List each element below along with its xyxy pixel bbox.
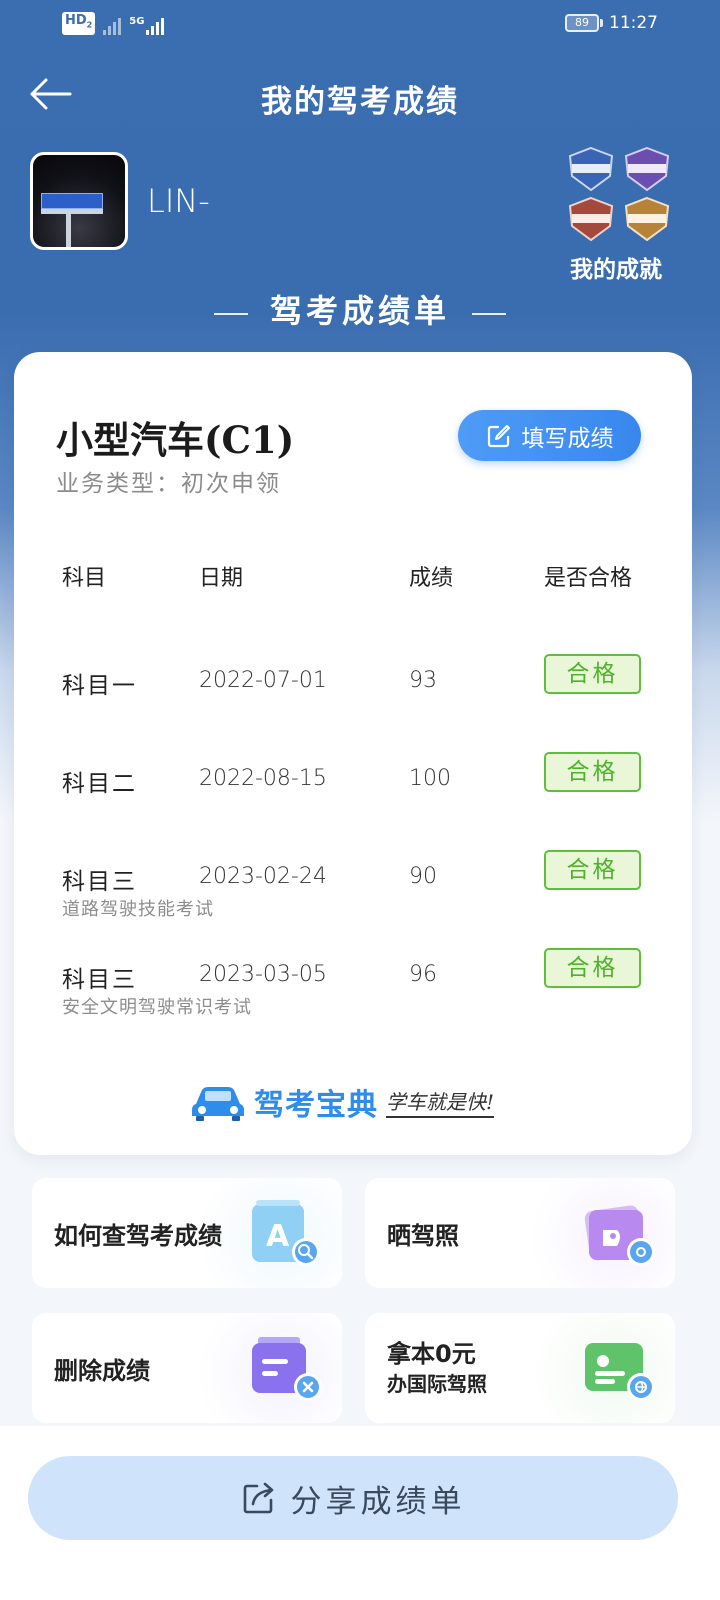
section-title: 驾考成绩单 [0, 286, 720, 332]
badge-icon [624, 196, 670, 242]
battery-level: 89 [575, 16, 589, 29]
brand-slogan: 学车就是快! [386, 1086, 495, 1118]
table-row: 科目一 2022-07-01 93 合格 [14, 654, 692, 746]
table-row: 科目三 2023-02-24 90 合格 道路驾驶技能考试 [14, 850, 692, 942]
hd-badge: 2 [86, 20, 93, 30]
username: LIN- [147, 182, 210, 220]
show-license-tile[interactable]: 晒驾照 [365, 1178, 675, 1288]
tile-label: 拿本0元 办国际驾照 [387, 1339, 487, 1399]
row-note: 安全文明驾驶常识考试 [62, 997, 252, 1018]
row-date: 2023-02-24 [199, 864, 327, 889]
header-subject: 科目 [62, 566, 107, 591]
row-score: 93 [409, 668, 437, 693]
title-dash-left [213, 312, 248, 315]
license-card-icon [585, 1343, 655, 1401]
pass-badge: 合格 [544, 654, 641, 694]
edit-icon [487, 424, 510, 447]
achievements-label: 我的成就 [570, 256, 662, 283]
tile-label: 删除成绩 [54, 1357, 150, 1385]
fill-score-label: 填写成绩 [521, 425, 614, 452]
header-passed: 是否合格 [544, 566, 633, 591]
row-date: 2022-08-15 [199, 766, 327, 791]
share-label: 分享成绩单 [290, 1483, 466, 1520]
international-license-tile[interactable]: 拿本0元 办国际驾照 [365, 1313, 675, 1423]
row-subject: 科目三 [62, 967, 137, 993]
delete-score-tile[interactable]: 删除成绩 [32, 1313, 342, 1423]
hd-label: HD [65, 13, 87, 28]
pass-badge: 合格 [544, 948, 641, 988]
avatar-sign [41, 193, 103, 209]
brand-name: 驾考宝典 [254, 1088, 378, 1123]
row-score: 96 [409, 962, 437, 987]
signal-icon [103, 15, 122, 35]
avatar[interactable] [30, 152, 128, 250]
table-row: 科目三 2023-03-05 96 合格 安全文明驾驶常识考试 [14, 948, 692, 1040]
row-date: 2023-03-05 [199, 962, 327, 987]
photo-icon [584, 1205, 655, 1266]
clock: 11:27 [609, 13, 658, 33]
row-score: 100 [409, 766, 451, 791]
tile-label: 晒驾照 [387, 1222, 459, 1250]
svg-text:A: A [266, 1219, 290, 1254]
pass-badge: 合格 [544, 752, 641, 792]
title-dash-right [472, 312, 506, 315]
page-title: 我的驾考成绩 [261, 84, 459, 120]
tile-label: 如何查驾考成绩 [54, 1222, 222, 1250]
section-title-text: 驾考成绩单 [269, 292, 450, 330]
share-button[interactable]: 分享成绩单 [28, 1456, 678, 1540]
tile-label-line2: 办国际驾照 [387, 1372, 487, 1396]
avatar-sign-strip [41, 209, 103, 214]
hd-indicator: HD2 [62, 12, 96, 35]
bottom-bar: 分享成绩单 [0, 1426, 720, 1600]
header-date: 日期 [199, 566, 244, 591]
row-date: 2022-07-01 [199, 668, 327, 693]
brand-logo: 驾考宝典 学车就是快! [190, 1078, 520, 1126]
badge-grid [566, 146, 672, 242]
row-subject: 科目二 [62, 771, 137, 797]
table-row: 科目二 2022-08-15 100 合格 [14, 752, 692, 844]
badge-icon [568, 146, 614, 192]
vehicle-type: 小型汽车(C1) [56, 418, 295, 462]
achievements-button[interactable]: 我的成就 [560, 146, 672, 284]
battery-tip [600, 19, 603, 27]
tile-label-line1: 拿本0元 [387, 1340, 476, 1368]
share-icon [243, 1482, 273, 1514]
avatar-pole [66, 214, 71, 247]
status-bar: HD2 5G 89 11:27 [0, 0, 720, 50]
row-subject: 科目三 [62, 869, 137, 895]
header-score: 成绩 [409, 566, 454, 591]
row-note: 道路驾驶技能考试 [62, 899, 214, 920]
search-doc-icon: A [252, 1200, 320, 1266]
row-subject: 科目一 [62, 673, 137, 699]
how-to-check-tile[interactable]: 如何查驾考成绩 A [32, 1178, 342, 1288]
pass-badge: 合格 [544, 850, 641, 890]
badge-icon [624, 146, 670, 192]
score-card: 小型汽车(C1) 业务类型：初次申领 填写成绩 科目 日期 成绩 是否合格 科目… [14, 352, 692, 1155]
fill-score-button[interactable]: 填写成绩 [458, 410, 641, 461]
delete-doc-icon [252, 1337, 322, 1401]
badge-icon [568, 196, 614, 242]
battery-icon: 89 [565, 14, 599, 32]
signal-5g-icon [146, 15, 165, 35]
business-type: 业务类型：初次申领 [56, 471, 281, 497]
status-right: 89 11:27 [565, 13, 658, 33]
5g-label: 5G [129, 15, 145, 27]
row-score: 90 [409, 864, 437, 889]
car-icon [192, 1087, 244, 1121]
status-left: HD2 5G [62, 12, 165, 35]
